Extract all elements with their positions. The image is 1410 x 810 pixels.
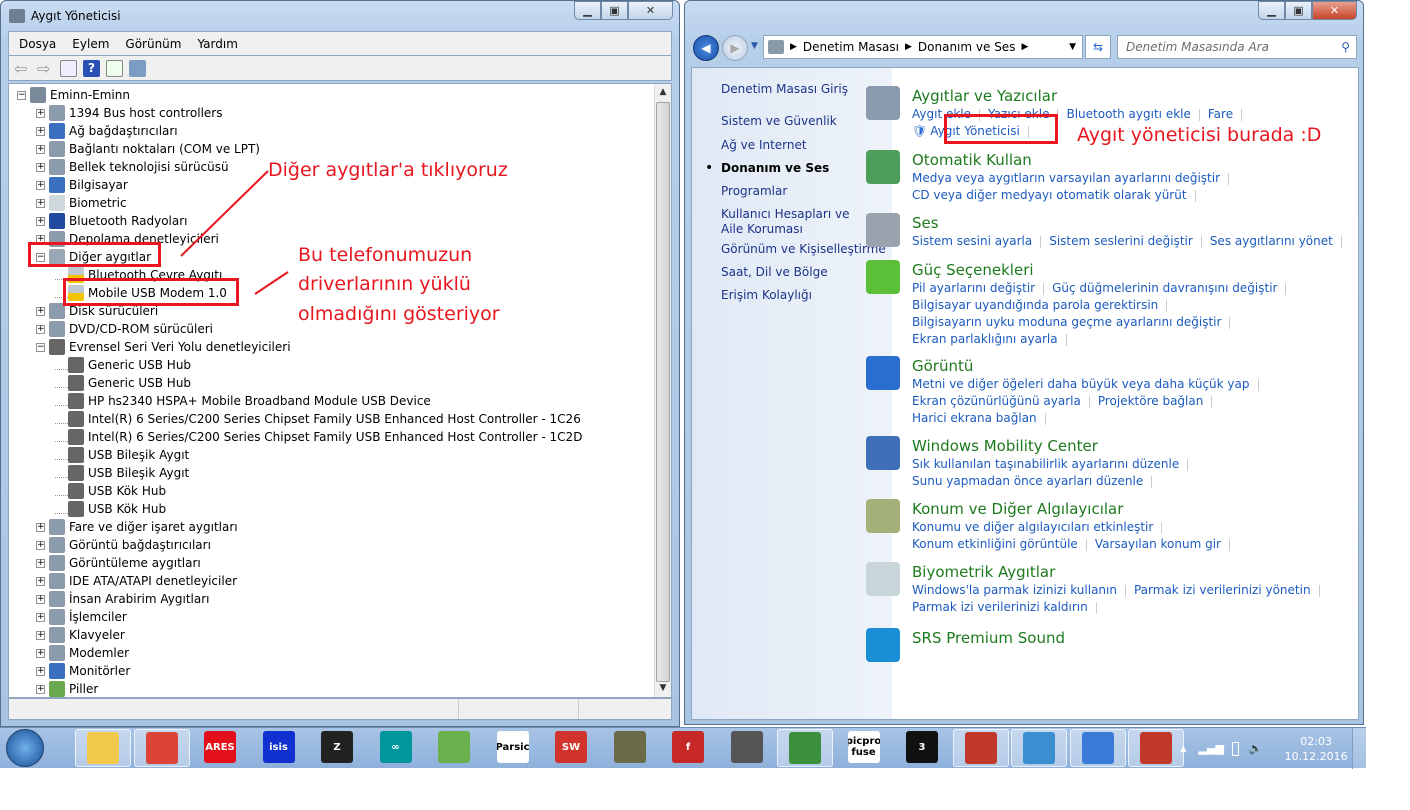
start-button[interactable] bbox=[6, 729, 44, 767]
taskbar-control-panel-icon[interactable] bbox=[1069, 729, 1126, 767]
signal-icon[interactable]: ▂▄▆ bbox=[1199, 742, 1224, 755]
taskbar-app-label: SW bbox=[555, 731, 587, 763]
taskbar-pickit-icon[interactable]: 3 bbox=[906, 731, 938, 763]
taskbar-solidworks-icon[interactable]: SW bbox=[555, 731, 587, 763]
annotation-drivers-line3: olmadığını gösteriyor bbox=[298, 303, 500, 325]
taskbar-explorer-icon[interactable] bbox=[75, 729, 131, 767]
battery-icon[interactable] bbox=[1231, 741, 1239, 756]
annotation-drivers-line1: Bu telefonumuzun bbox=[298, 244, 473, 266]
show-desktop-button[interactable] bbox=[1352, 728, 1366, 769]
taskbar-app-label: ∞ bbox=[379, 731, 412, 763]
taskbar-z-icon[interactable]: Z bbox=[321, 731, 353, 763]
taskbar-app-label bbox=[613, 731, 646, 763]
taskbar-chrome-icon[interactable] bbox=[133, 729, 190, 767]
taskbar-arduino-icon[interactable]: ∞ bbox=[379, 731, 412, 763]
taskbar-app-label: picpro fuse bbox=[847, 731, 880, 763]
taskbar-app-label bbox=[730, 731, 763, 763]
taskbar-isis-icon[interactable]: isis bbox=[262, 731, 295, 763]
taskbar-terminal-icon[interactable] bbox=[613, 731, 646, 763]
taskbar-picpro-icon[interactable]: picpro fuse bbox=[847, 731, 880, 763]
taskbar-app-label bbox=[1081, 732, 1114, 764]
taskbar-app-label: Z bbox=[321, 731, 353, 763]
taskbar-app-label: ARES bbox=[204, 731, 236, 763]
clock-date: 10.12.2016 bbox=[1284, 749, 1348, 763]
annotation-arrows bbox=[180, 170, 289, 295]
taskbar-app-label bbox=[438, 731, 470, 763]
taskbar-app-label bbox=[1140, 732, 1172, 764]
taskbar-app-label: Parsic bbox=[496, 731, 529, 763]
clock-time: 02:03 bbox=[1300, 734, 1332, 748]
arrow-line bbox=[254, 271, 289, 295]
taskbar-app-label bbox=[145, 732, 178, 764]
taskbar-app-label bbox=[87, 732, 119, 764]
annotation-drivers-line2: driverlarının yüklü bbox=[298, 273, 471, 295]
taskbar-globe-icon[interactable] bbox=[438, 731, 470, 763]
taskbar-ares-icon[interactable]: ARES bbox=[204, 731, 236, 763]
taskbar: TR ▲ ▂▄▆ 🔈 02:03 10.12.2016 ARESisisZ∞Pa… bbox=[0, 727, 1366, 769]
taskbar-app-label: isis bbox=[262, 731, 295, 763]
taskbar-app-label bbox=[964, 732, 997, 764]
annotation-click-other-devices: Diğer aygıtlar'a tıklıyoruz bbox=[268, 159, 508, 181]
taskbar-app-label bbox=[789, 732, 821, 764]
volume-icon[interactable]: 🔈 bbox=[1249, 742, 1263, 755]
taskbar-app-label: f bbox=[672, 731, 704, 763]
taskbar-hypercam-icon[interactable] bbox=[730, 731, 763, 763]
taskbar-photo-icon[interactable] bbox=[1011, 729, 1067, 767]
taskbar-toolbox2-icon[interactable] bbox=[1128, 729, 1184, 767]
annotation-device-manager-here: Aygıt yöneticisi burada :D bbox=[1077, 124, 1322, 146]
taskbar-app-label bbox=[1023, 732, 1055, 764]
clock[interactable]: 02:03 10.12.2016 bbox=[1285, 734, 1348, 764]
taskbar-toolbox1-icon[interactable] bbox=[952, 729, 1009, 767]
arrow-line bbox=[180, 170, 269, 257]
taskbar-fritzing-icon[interactable]: f bbox=[672, 731, 704, 763]
taskbar-monitor-app-icon[interactable] bbox=[777, 729, 833, 767]
taskbar-parsic-icon[interactable]: Parsic bbox=[496, 731, 529, 763]
taskbar-app-label: 3 bbox=[906, 731, 938, 763]
